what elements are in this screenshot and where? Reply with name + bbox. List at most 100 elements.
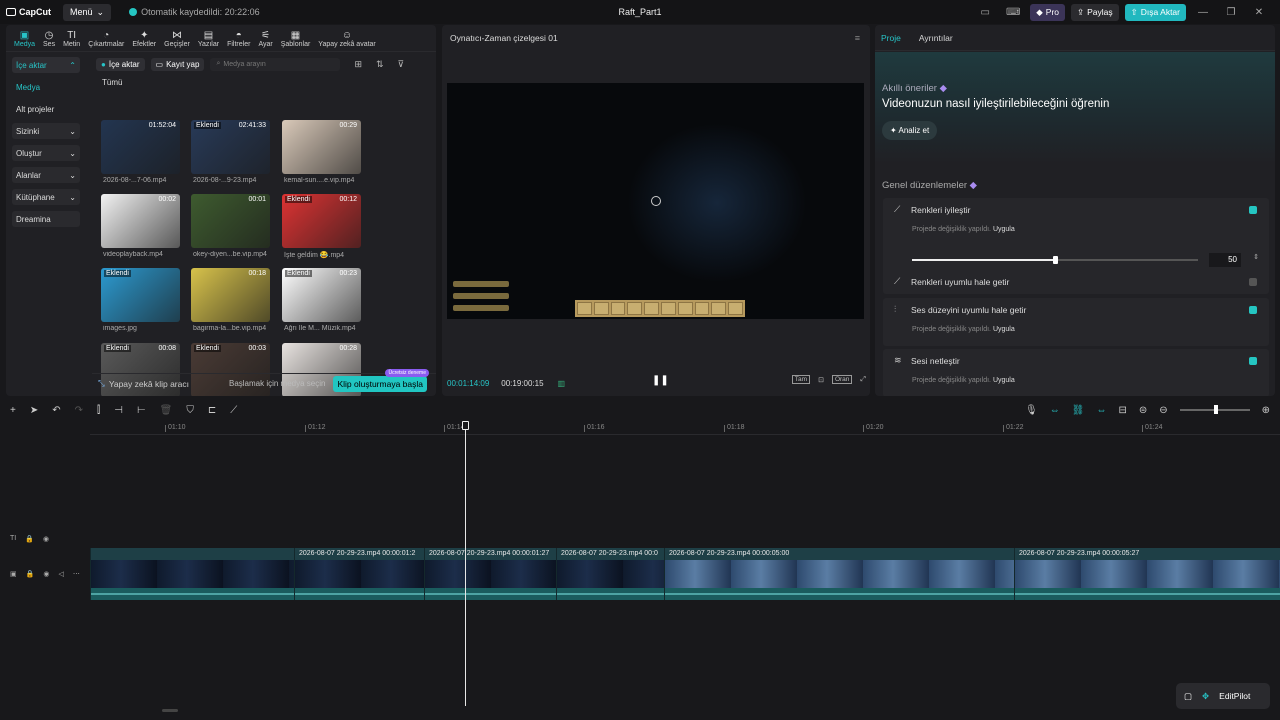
timeline-ruler[interactable]: 01:10 01:12 01:14 01:16 01:18 01:20 01:2…	[90, 421, 1280, 435]
link-track-icon[interactable]: ⇔	[1050, 405, 1060, 416]
shortcuts-icon[interactable]: ⌨	[1002, 7, 1024, 18]
media-thumbnail[interactable]: 00:29	[282, 120, 361, 174]
sidenav-import[interactable]: İçe aktar ⌃	[12, 57, 80, 73]
split-left-icon[interactable]: ⊣	[114, 405, 123, 416]
shield-icon[interactable]: ⛉	[186, 405, 194, 416]
tab-text[interactable]: TI Metin	[59, 30, 84, 51]
intensity-value-input[interactable]: 50	[1209, 253, 1241, 267]
tab-templates[interactable]: ▦ Şablonlar	[277, 30, 315, 51]
fullscreen-icon[interactable]: ⤢	[860, 376, 866, 384]
media-thumbnail[interactable]: Eklendi	[101, 268, 180, 322]
magnet-icon[interactable]: ⛓	[1072, 405, 1085, 416]
ai-clip-tool[interactable]: ⤡ Yapay zekâ klip aracı	[98, 378, 189, 389]
media-thumbnail[interactable]: 01:52:04	[101, 120, 180, 174]
video-clip[interactable]: 2026-08-07 20-29-23.mp4 00:00:01:27	[424, 548, 556, 600]
enhance-voice-checkbox[interactable]	[1249, 357, 1257, 365]
media-thumbnail[interactable]: 00:12 Eklendi	[282, 194, 361, 248]
more-icon[interactable]: ⋯	[73, 570, 80, 578]
tab-project[interactable]: Proje	[881, 33, 901, 43]
media-thumbnail[interactable]: 00:02	[101, 194, 180, 248]
microphone-icon[interactable]: 🎙	[1025, 405, 1038, 416]
eye-icon[interactable]: ◉	[43, 570, 49, 578]
zoom-slider[interactable]	[1179, 405, 1250, 414]
normalize-loudness-checkbox[interactable]	[1249, 306, 1257, 314]
apply-link[interactable]: Uygula	[993, 377, 1015, 384]
crop-icon[interactable]: ⊏	[208, 405, 216, 416]
record-button[interactable]: ▭ Kayıt yap	[150, 57, 205, 71]
ratio-button[interactable]: Oran	[831, 375, 853, 384]
apply-link[interactable]: Uygula	[993, 326, 1015, 333]
tab-captions[interactable]: ▤ Yazılar	[194, 30, 223, 51]
speaker-icon[interactable]: ◁	[58, 570, 63, 578]
analyze-button[interactable]: ✦ Analiz et	[882, 121, 938, 140]
zoom-in-icon[interactable]: ⊕	[1262, 405, 1270, 416]
preview-axis-icon[interactable]: ⊟	[1118, 405, 1126, 416]
timeline-scrollbar[interactable]	[162, 709, 178, 712]
split-icon[interactable]: ⫿	[97, 405, 100, 416]
intensity-slider[interactable]	[912, 256, 1198, 264]
add-track-icon[interactable]: +	[10, 405, 16, 416]
sidenav-library[interactable]: Kütüphane ⌄	[12, 189, 80, 205]
video-clip[interactable]: 2026-08-07 20-29-23.mp4 00:00:05:27	[1014, 548, 1280, 600]
zoom-handle[interactable]	[1213, 405, 1218, 414]
video-preview[interactable]	[447, 83, 864, 319]
tab-transitions[interactable]: ⋈ Geçişler	[160, 30, 194, 51]
video-clip[interactable]: 2026-08-07 20-29-23.mp4 00:0	[556, 548, 664, 600]
import-button[interactable]: ● İçe aktar	[96, 57, 145, 71]
video-clip[interactable]: 2026-08-07 20-29-23.mp4 00:00:01:2	[294, 548, 424, 600]
sidenav-dreamina[interactable]: Dreamina	[12, 211, 80, 227]
video-clip[interactable]: 2026-08-07 20-29-23.mp4 00:00:05:00	[664, 548, 1014, 600]
redo-icon[interactable]: ↷	[75, 405, 83, 416]
chat-icon[interactable]: ▢	[1184, 691, 1192, 702]
media-thumbnail[interactable]: 02:41:33 Eklendi	[191, 120, 270, 174]
full-quality-button[interactable]: Tam	[791, 375, 811, 384]
match-colors-checkbox[interactable]	[1249, 278, 1257, 286]
pause-icon[interactable]: ❚❚	[652, 375, 669, 386]
pro-button[interactable]: ◆ Pro	[1030, 3, 1066, 21]
hamburger-icon[interactable]: ≡	[855, 33, 860, 43]
editpilot-button[interactable]: ▢ ✥ EditPilot	[1176, 683, 1270, 709]
tab-filters[interactable]: ◓ Filtreler	[223, 30, 254, 51]
menu-button[interactable]: Menü ⌄	[63, 3, 112, 21]
create-clip-button[interactable]: Klip oluşturmaya başla Ücretsiz deneme	[333, 368, 429, 392]
media-thumbnail[interactable]: 00:01	[191, 194, 270, 248]
snap-icon[interactable]: ⇔	[1096, 405, 1106, 416]
sidenav-create[interactable]: Oluştur ⌄	[12, 145, 80, 161]
slider-handle[interactable]	[1053, 256, 1058, 264]
zoom-out-icon[interactable]: ⊖	[1159, 405, 1167, 416]
split-right-icon[interactable]: ⊢	[137, 405, 146, 416]
select-tool-icon[interactable]: ➤	[30, 405, 38, 416]
sidenav-spaces[interactable]: Alanlar ⌄	[12, 167, 80, 183]
export-button[interactable]: ⇧ Dışa Aktar	[1124, 3, 1186, 21]
tab-audio[interactable]: ◷ Ses	[39, 30, 59, 51]
minimize-icon[interactable]: —	[1192, 7, 1214, 18]
tab-details[interactable]: Ayrıntılar	[919, 33, 953, 43]
lock-icon[interactable]: 🔒	[26, 570, 35, 578]
enhance-colors-checkbox[interactable]	[1249, 206, 1257, 214]
tab-stickers[interactable]: ◔ Çıkartmalar	[84, 30, 128, 51]
tab-ai-avatar[interactable]: ☺ Yapay zekâ avatar	[314, 30, 379, 51]
snapshot-icon[interactable]: ⊡	[818, 376, 824, 384]
tab-effects[interactable]: ✦ Efektler	[128, 30, 160, 51]
playhead-line[interactable]	[465, 424, 466, 706]
media-thumbnail[interactable]: 00:23 Eklendi	[282, 268, 361, 322]
sort-icon[interactable]: ⇅	[376, 59, 384, 70]
video-clip[interactable]	[90, 548, 294, 600]
media-thumbnail[interactable]: 00:18	[191, 268, 270, 322]
tab-media[interactable]: ▣ Medya	[10, 30, 39, 51]
media-search-input[interactable]: ⌕ Medya arayın	[210, 57, 341, 71]
apply-link[interactable]: Uygula	[993, 226, 1015, 233]
sidenav-yours[interactable]: Sizinki ⌄	[12, 123, 80, 139]
maximize-icon[interactable]: ❐	[1220, 7, 1242, 18]
layout-icon[interactable]: ▭	[974, 7, 996, 18]
undo-icon[interactable]: ↶	[52, 405, 60, 416]
caption-sync-icon[interactable]: ⊜	[1139, 405, 1147, 416]
tab-adjust[interactable]: ⚟ Ayar	[254, 30, 276, 51]
share-button[interactable]: ⇪ Paylaş	[1071, 3, 1119, 21]
sidenav-subprojects[interactable]: Alt projeler	[12, 101, 80, 117]
marker-icon[interactable]: ⟋	[230, 405, 237, 416]
view-toggle-icon[interactable]: ⊞	[354, 59, 362, 70]
eye-icon[interactable]: ◉	[43, 535, 49, 543]
close-icon[interactable]: ✕	[1248, 7, 1270, 18]
stepper-arrows-icon[interactable]: ⇕	[1253, 253, 1259, 261]
